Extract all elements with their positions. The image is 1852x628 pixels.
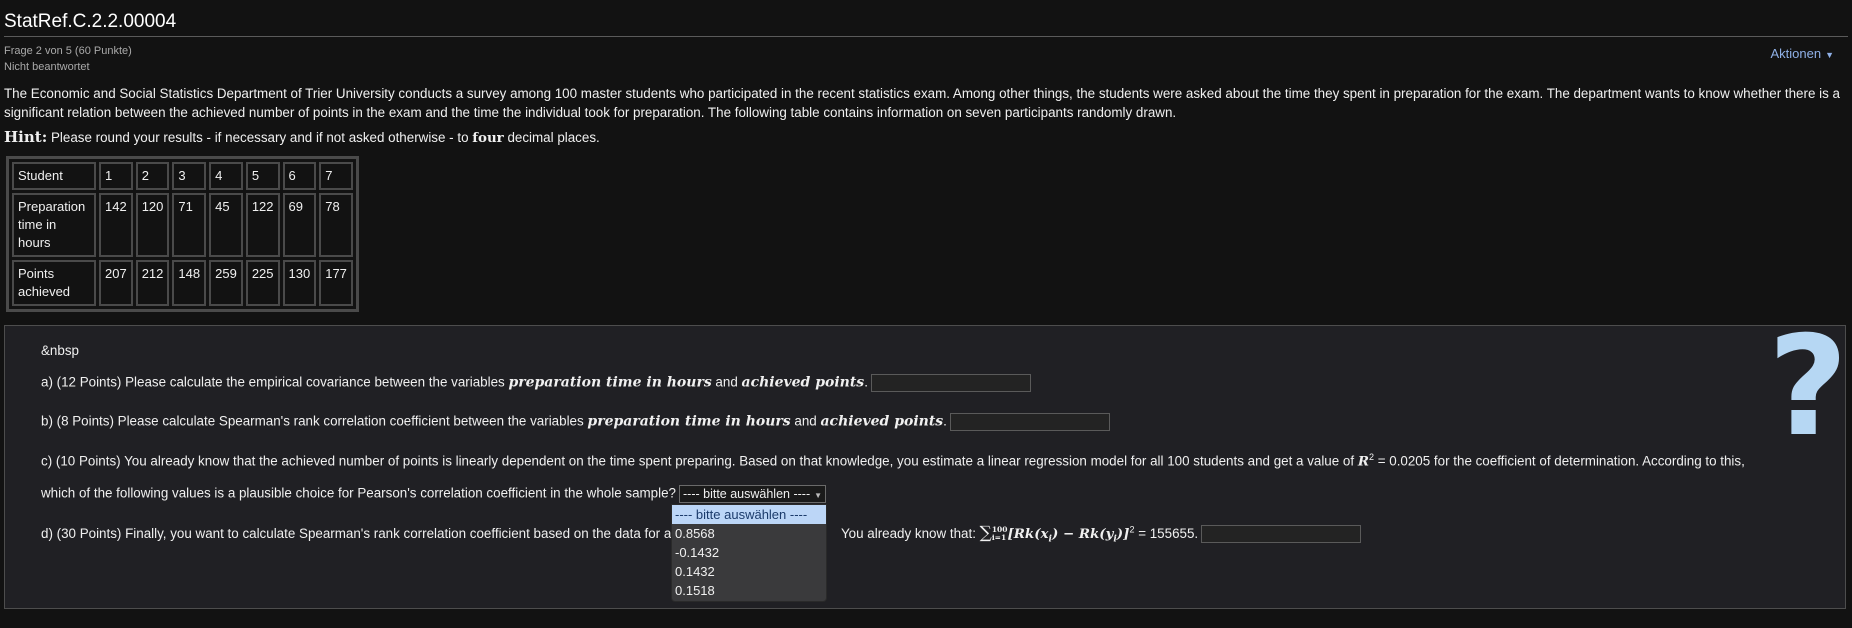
nbsp-text: &nbsp	[41, 343, 79, 358]
table-cell: 120	[135, 193, 170, 257]
hint-body-end: decimal places.	[503, 130, 600, 145]
equals-sign: =	[1373, 453, 1390, 469]
table-cell: 142	[99, 193, 133, 257]
conjunction: and	[711, 374, 742, 390]
select-value: ---- bitte auswählen ----	[683, 487, 811, 501]
answer-b-input[interactable]	[949, 413, 1110, 431]
variable-preparation-time: preparation time in hours	[587, 413, 791, 430]
question-b-text: b) (8 Points) Please calculate Spearman'…	[41, 413, 588, 429]
actions-label: Aktionen	[1770, 46, 1822, 61]
question-a-text: a) (12 Points) Please calculate the empi…	[41, 374, 509, 390]
table-cell: 4	[209, 162, 243, 190]
page-title: StatRef.C.2.2.00004	[4, 11, 177, 32]
dropdown-option[interactable]: ---- bitte auswählen ----	[672, 505, 826, 524]
table-cell: 7	[319, 162, 353, 190]
dropdown-option[interactable]: 0.1518	[672, 581, 826, 600]
question-b: b) (8 Points) Please calculate Spearman'…	[41, 413, 1110, 431]
actions-menu-button[interactable]: Aktionen ▼	[1770, 46, 1834, 61]
sum-lower-limit: i=1	[991, 533, 1007, 543]
select-options-dropdown: ---- bitte auswählen ---- 0.8568 -0.1432…	[671, 504, 827, 602]
question-mark-icon: ?	[1767, 306, 1848, 467]
dropdown-option[interactable]: 0.1432	[672, 562, 826, 581]
row-header: Preparation time in hours	[12, 193, 96, 257]
question-c-text: c) (10 Points) You already know that the…	[41, 453, 1358, 469]
table-cell: 212	[135, 260, 170, 306]
table-cell: 5	[245, 162, 280, 190]
table-cell: 122	[245, 193, 280, 257]
table-row: Points achieved 207 212 148 259 225 130 …	[12, 260, 353, 306]
table-cell: 148	[172, 260, 207, 306]
question-d-text: d) (30 Points) Finally, you want to calc…	[41, 526, 681, 541]
table-cell: 259	[209, 260, 243, 306]
table-cell: 3	[172, 162, 207, 190]
formula-part: ) − Rk(y	[1051, 526, 1114, 542]
intro-text: The Economic and Social Statistics Depar…	[4, 86, 1840, 120]
question-info: Frage 2 von 5 (60 Punkte)	[4, 45, 132, 57]
chevron-down-icon: ▼	[1825, 50, 1834, 60]
variable-achieved-points: achieved points	[820, 413, 944, 430]
dropdown-option[interactable]: 0.8568	[672, 524, 826, 543]
question-c-line1: c) (10 Points) You already know that the…	[41, 452, 1745, 469]
table-cell: 207	[99, 260, 133, 306]
conjunction: and	[790, 413, 821, 429]
hint-text: Hint: Please round your results - if nec…	[4, 128, 600, 146]
variable-achieved-points: achieved points	[741, 374, 865, 391]
hint-body-start: Please round your results - if necessary…	[47, 130, 473, 145]
table-cell: 130	[282, 260, 317, 306]
sum-limits: 100 i=1	[992, 526, 1008, 542]
question-c-line2: which of the following values is a plaus…	[41, 485, 827, 503]
table-cell: 177	[319, 260, 353, 306]
hint-label: Hint:	[4, 128, 48, 146]
data-table: Student 1 2 3 4 5 6 7 Preparation time i…	[6, 156, 359, 312]
answer-status: Nicht beantwortet	[4, 61, 90, 73]
sum-symbol: ∑	[979, 523, 992, 543]
table-cell: 1	[99, 162, 133, 190]
row-header: Points achieved	[12, 260, 96, 306]
table-cell: 69	[282, 193, 317, 257]
formula-part: )]	[1116, 526, 1130, 542]
question-d-value: = 155655.	[1134, 526, 1199, 541]
dropdown-option[interactable]: -0.1432	[672, 543, 826, 562]
formula-part: [Rk(x	[1007, 526, 1049, 542]
answer-d-input[interactable]	[1201, 525, 1362, 544]
question-a: a) (12 Points) Please calculate the empi…	[41, 374, 1031, 392]
r-squared-symbol: R	[1357, 453, 1369, 470]
table-cell: 6	[282, 162, 317, 190]
table-row: Preparation time in hours 142 120 71 45 …	[12, 193, 353, 257]
table-cell: 225	[245, 260, 280, 306]
chevron-down-icon: ▼	[814, 491, 823, 500]
table-cell: 78	[319, 193, 353, 257]
answer-a-input[interactable]	[870, 374, 1031, 392]
table-cell: 71	[172, 193, 207, 257]
period: .	[943, 413, 947, 429]
row-header: Student	[12, 162, 96, 190]
period: .	[864, 374, 868, 390]
question-c-text-end: 0.0205 for the coefficient of determinat…	[1389, 453, 1745, 469]
answer-c-select[interactable]: ---- bitte auswählen ---- ▼	[679, 485, 827, 503]
table-row: Student 1 2 3 4 5 6 7	[12, 162, 353, 190]
question-d-known: You already know that:	[840, 526, 980, 541]
table-cell: 45	[209, 193, 243, 257]
question-c-prompt: which of the following values is a plaus…	[41, 485, 676, 501]
title-divider	[4, 36, 1848, 37]
hint-bold: four	[472, 130, 504, 146]
table-cell: 2	[135, 162, 170, 190]
variable-preparation-time: preparation time in hours	[508, 374, 712, 391]
